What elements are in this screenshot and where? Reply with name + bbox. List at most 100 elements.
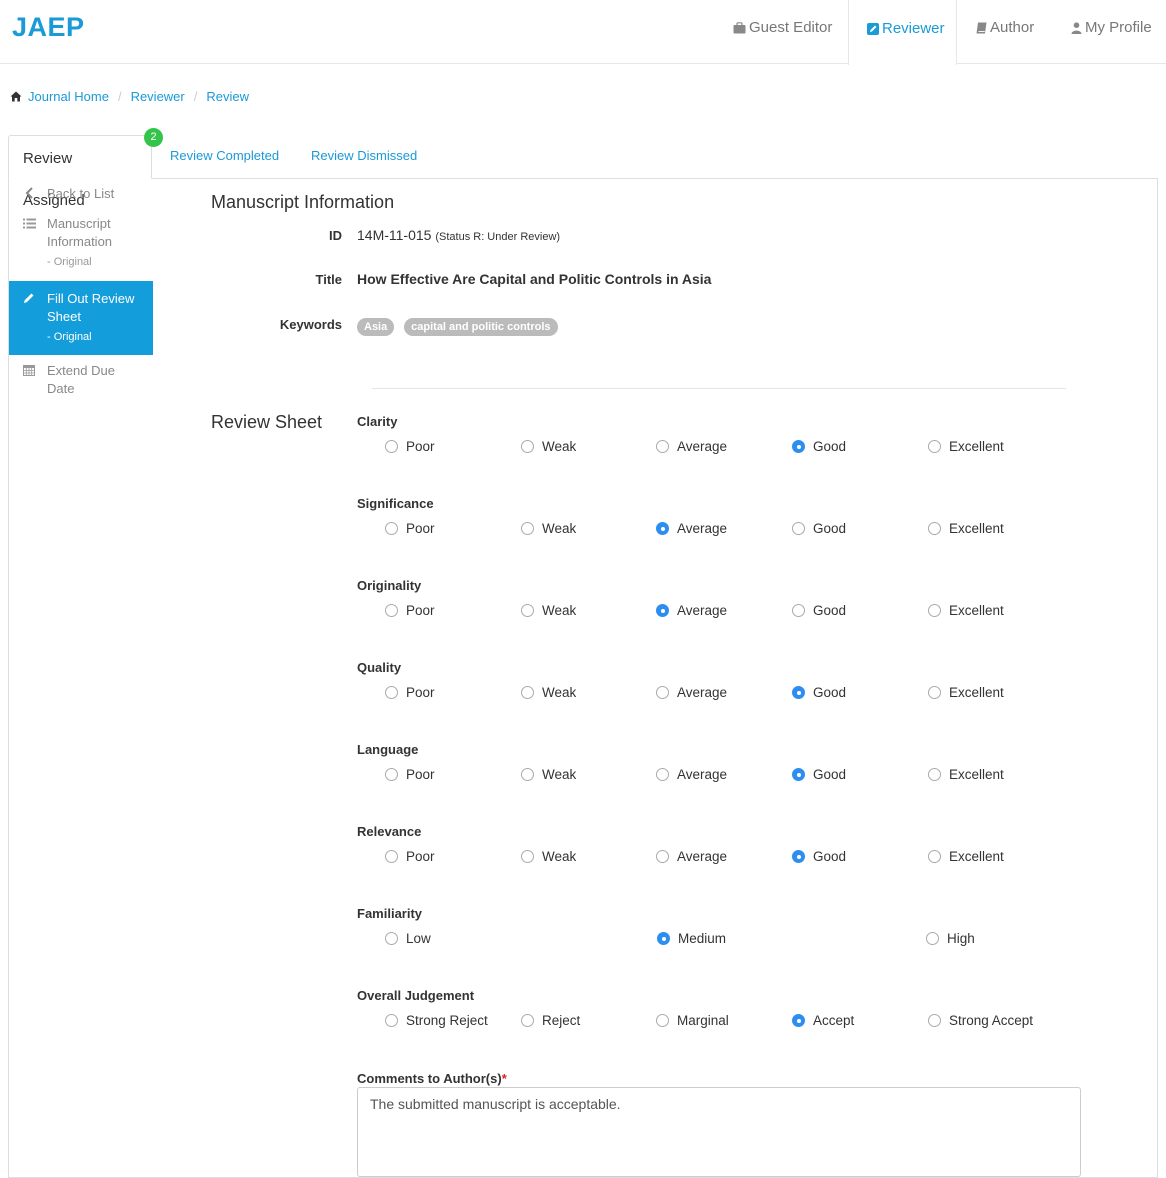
radio-option[interactable]: Good [792,767,846,782]
radio-option[interactable]: Poor [385,439,435,454]
radio-option[interactable]: Marginal [656,1013,729,1028]
radio-option[interactable]: Poor [385,849,435,864]
radio-unselected[interactable] [928,686,941,699]
radio-option[interactable]: Reject [521,1013,580,1028]
radio-unselected[interactable] [521,604,534,617]
nav-author[interactable]: Author [976,0,1034,64]
radio-unselected[interactable] [656,1014,669,1027]
radio-option[interactable]: Average [656,767,727,782]
radio-option[interactable]: Poor [385,767,435,782]
radio-unselected[interactable] [385,1014,398,1027]
radio-option[interactable]: Poor [385,685,435,700]
radio-unselected[interactable] [521,522,534,535]
radio-unselected[interactable] [385,522,398,535]
radio-selected[interactable] [792,440,805,453]
radio-unselected[interactable] [928,604,941,617]
radio-option[interactable]: Poor [385,521,435,536]
radio-option[interactable]: High [926,931,975,946]
radio-option[interactable]: Weak [521,849,576,864]
radio-option[interactable]: Average [656,685,727,700]
brand-logo[interactable]: JAEP [12,12,85,43]
radio-unselected[interactable] [521,440,534,453]
radio-unselected[interactable] [521,686,534,699]
breadcrumb-reviewer[interactable]: Reviewer [131,89,185,104]
radio-unselected[interactable] [792,604,805,617]
radio-unselected[interactable] [928,850,941,863]
tab-review-assigned[interactable]: Review Assigned [8,135,152,209]
radio-option[interactable]: Excellent [928,849,1004,864]
manuscript-id: 14M-11-015 (Status R: Under Review) [357,227,560,243]
radio-selected[interactable] [792,850,805,863]
radio-option[interactable]: Excellent [928,767,1004,782]
radio-unselected[interactable] [385,686,398,699]
radio-option[interactable]: Good [792,439,846,454]
radio-option[interactable]: Weak [521,521,576,536]
radio-option[interactable]: Strong Reject [385,1013,488,1028]
radio-option[interactable]: Average [656,849,727,864]
radio-option[interactable]: Weak [521,685,576,700]
radio-option-label: Marginal [677,1013,729,1028]
radio-selected[interactable] [657,932,670,945]
radio-unselected[interactable] [385,932,398,945]
radio-option[interactable]: Weak [521,767,576,782]
nav-guest-editor[interactable]: Guest Editor [733,0,832,64]
radio-option[interactable]: Weak [521,603,576,618]
radio-option[interactable]: Medium [657,931,726,946]
nav-reviewer[interactable]: Reviewer [848,0,957,65]
radio-unselected[interactable] [385,850,398,863]
radio-option[interactable]: Average [656,439,727,454]
radio-option[interactable]: Excellent [928,603,1004,618]
tab-review-dismissed[interactable]: Review Dismissed [297,135,431,179]
radio-option-label: Average [677,521,728,536]
radio-unselected[interactable] [656,686,669,699]
radio-unselected[interactable] [656,768,669,781]
radio-unselected[interactable] [926,932,939,945]
radio-option[interactable]: Good [792,685,846,700]
radio-selected[interactable] [656,522,669,535]
radio-unselected[interactable] [928,768,941,781]
radio-unselected[interactable] [385,440,398,453]
radio-option-label: Medium [678,931,727,946]
radio-selected[interactable] [656,604,669,617]
radio-unselected[interactable] [928,1014,941,1027]
radio-selected[interactable] [792,1014,805,1027]
side-item-manuscript-info[interactable]: Manuscript Information - Original [9,175,153,279]
radio-unselected[interactable] [385,604,398,617]
radio-selected[interactable] [792,686,805,699]
side-item-extend-due-date[interactable]: Extend Due Date [9,355,153,406]
breadcrumb-journal-home[interactable]: Journal Home [28,89,109,104]
radio-option-label: Reject [542,1013,581,1028]
radio-option[interactable]: Poor [385,603,435,618]
radio-unselected[interactable] [385,768,398,781]
radio-option[interactable]: Strong Accept [928,1013,1033,1028]
radio-unselected[interactable] [521,768,534,781]
radio-option[interactable]: Average [656,603,727,618]
radio-option[interactable]: Excellent [928,685,1004,700]
radio-option[interactable]: Excellent [928,521,1004,536]
radio-selected[interactable] [792,768,805,781]
radio-option[interactable]: Good [792,603,846,618]
radio-unselected[interactable] [521,850,534,863]
radio-unselected[interactable] [656,850,669,863]
radio-option[interactable]: Low [385,931,431,946]
radio-unselected[interactable] [656,440,669,453]
comments-textarea[interactable]: The submitted manuscript is acceptable. [357,1087,1081,1177]
radio-unselected[interactable] [928,522,941,535]
radio-option-label: Poor [406,521,435,536]
manuscript-status: (Status R: Under Review) [435,231,561,243]
radio-option[interactable]: Accept [792,1013,854,1028]
radio-option[interactable]: Good [792,849,846,864]
radio-option[interactable]: Good [792,521,846,536]
radio-option-label: Good [813,521,847,536]
radio-option[interactable]: Excellent [928,439,1004,454]
radio-unselected[interactable] [792,522,805,535]
side-item-fill-out-review[interactable]: Fill Out Review Sheet - Original [9,281,153,355]
radio-option[interactable]: Average [656,521,727,536]
radio-unselected[interactable] [521,1014,534,1027]
breadcrumb-review[interactable]: Review [206,89,249,104]
nav-my-profile[interactable]: My Profile [1071,0,1152,64]
radio-unselected[interactable] [928,440,941,453]
calendar-icon [22,363,36,381]
radio-option[interactable]: Weak [521,439,576,454]
tab-review-completed[interactable]: Review Completed [156,135,293,179]
